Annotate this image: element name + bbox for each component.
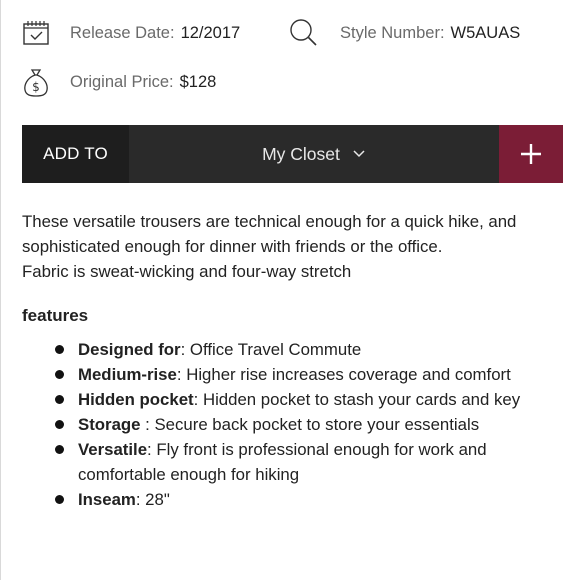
description-text: These versatile trousers are technical e… — [22, 212, 517, 256]
chevron-down-icon — [352, 149, 366, 159]
feature-item-storage: Storage : Secure back pocket to store yo… — [53, 412, 563, 437]
feature-item-medium-rise: Medium-rise: Higher rise increases cover… — [53, 362, 563, 387]
feature-text: Higher rise increases coverage and comfo… — [181, 365, 511, 384]
product-details-panel: Release Date: 12/2017 Style Number: W5AU… — [0, 0, 580, 580]
style-number: Style Number: W5AUAS — [340, 24, 520, 43]
add-to-closet-button[interactable] — [499, 125, 563, 183]
original-price: Original Price: $128 — [70, 73, 216, 92]
bullet — [55, 345, 64, 354]
feature-item-hidden-pocket: Hidden pocket: Hidden pocket to stash yo… — [53, 387, 563, 412]
closet-dropdown-value: My Closet — [262, 143, 340, 164]
money-bag-icon: $ — [19, 65, 53, 99]
bullet — [55, 420, 64, 429]
feature-text: Hidden pocket to stash your cards and ke… — [198, 390, 521, 409]
add-to-label: ADD TO — [22, 125, 129, 183]
product-description: These versatile trousers are technical e… — [22, 209, 567, 284]
add-to-closet-bar: ADD TO My Closet — [22, 125, 563, 183]
bullet — [55, 370, 64, 379]
feature-text: Office Travel Commute — [185, 340, 362, 359]
description-fabric: Fabric is sweat-wicking and four-way str… — [22, 262, 352, 281]
search-icon — [286, 16, 320, 50]
style-number-value: W5AUAS — [450, 23, 521, 42]
feature-item-versatile: Versatile: Fly front is professional eno… — [53, 437, 563, 487]
feature-name: Medium-rise — [78, 365, 177, 384]
closet-dropdown[interactable]: My Closet — [129, 125, 499, 183]
release-date-value: 12/2017 — [180, 23, 241, 42]
original-price-label: Original Price: — [70, 72, 174, 91]
features-list: Designed for: Office Travel Commute Medi… — [53, 337, 563, 512]
feature-item-inseam: Inseam: 28" — [53, 487, 563, 512]
feature-name: Designed for — [78, 340, 181, 359]
features-heading: features — [22, 306, 89, 325]
feature-item-designed-for: Designed for: Office Travel Commute — [53, 337, 563, 362]
release-date-label: Release Date: — [70, 23, 175, 42]
feature-text: 28" — [140, 490, 170, 509]
feature-name: Hidden pocket — [78, 390, 194, 409]
plus-icon — [521, 144, 541, 164]
style-number-label: Style Number: — [340, 23, 445, 42]
bullet — [55, 395, 64, 404]
svg-text:$: $ — [32, 80, 40, 94]
bullet — [55, 495, 64, 504]
original-price-value: $128 — [179, 72, 217, 91]
feature-separator: : — [140, 415, 150, 434]
feature-name: Versatile — [78, 440, 148, 459]
release-date: Release Date: 12/2017 — [70, 24, 240, 43]
bullet — [55, 445, 64, 454]
feature-name: Storage — [78, 415, 141, 434]
feature-text: Secure back pocket to store your essenti… — [149, 415, 480, 434]
calendar-check-icon — [19, 16, 53, 50]
feature-name: Inseam — [78, 490, 136, 509]
